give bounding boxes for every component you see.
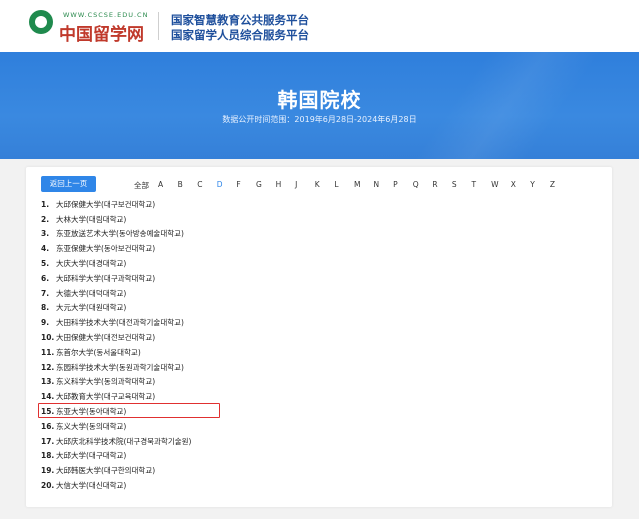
letter-filter-k[interactable]: K [315,180,335,190]
school-number: 14. [41,392,55,402]
school-name-link[interactable]: 大邱庆北科学技术院(대구경북과학기술원) [56,436,191,447]
school-number: 13. [41,377,55,387]
letter-filter-h[interactable]: H [276,180,296,190]
school-list: 1. 大邱保健大学(대구보건대학교) 2. 大林大学(대림대학교) 3. 东亚放送艺术大学… [41,197,601,493]
school-list-item[interactable]: 2. 大林大学(대림대학교) [41,212,601,227]
school-number: 6. [41,273,50,283]
school-name-link[interactable]: 大庆大学(대경대학교) [56,258,126,269]
letter-filter-x[interactable]: X [511,180,531,190]
letter-filter-p[interactable]: P [393,180,413,190]
school-name-link[interactable]: 东义大学(동의대학교) [56,421,126,432]
school-number: 18. [41,451,55,461]
school-number: 10. [41,333,55,343]
page-title: 韩国院校 [277,88,362,112]
school-name-link[interactable]: 大邱教育大学(대구교육대학교) [56,391,155,402]
school-name-link[interactable]: 东亚保健大学(동아보건대학교) [56,243,155,254]
site-header: WWW.CSCSE.EDU.CN 中国留学网 国家智慧教育公共服务平台 国家留学… [0,0,639,52]
school-list-item[interactable]: 19. 大邱韩医大学(대구한의대학교) [41,463,601,478]
school-name-link[interactable]: 大邱科学大学(대구과학대학교) [56,273,155,284]
school-list-item[interactable]: 11. 东首尔大学(동서울대학교) [41,345,601,360]
school-number: 3. [41,229,50,239]
letter-filter-z[interactable]: Z [550,180,570,190]
school-list-item[interactable]: 12. 东园科学技术大学(동원과학기술대학교) [41,360,601,375]
school-number: 1. [41,199,50,209]
school-list-item[interactable]: 15. 东亚大学(동아대학교) [41,404,601,419]
logo-icon[interactable] [29,10,53,34]
school-name-link[interactable]: 大邱韩医大学(대구한의대학교) [56,465,155,476]
letter-filter-t[interactable]: T [472,180,492,190]
letter-filter-c[interactable]: C [197,180,217,190]
school-number: 5. [41,259,50,269]
letter-filter-d[interactable]: D [217,180,237,190]
back-button[interactable]: 返回上一页 [41,176,96,192]
logo-cn-text[interactable]: 中国留学网 [59,20,144,45]
letter-filter-g[interactable]: G [256,180,276,190]
letter-filter-a[interactable]: A [158,180,178,190]
school-list-item[interactable]: 6. 大邱科学大学(대구과학대학교) [41,271,601,286]
school-list-item[interactable]: 1. 大邱保健大学(대구보건대학교) [41,197,601,212]
letter-filter-j[interactable]: J [295,180,315,190]
school-list-item[interactable]: 3. 东亚放送艺术大学(동아방송예술대학교) [41,227,601,242]
logo-url-text: WWW.CSCSE.EDU.CN [63,11,149,19]
data-date-range: 数据公开时间范围：2019年6月28日-2024年6月28日 [222,115,417,124]
school-list-item[interactable]: 16. 东义大学(동의대학교) [41,419,601,434]
school-name-link[interactable]: 大林大学(대림대학교) [56,214,126,225]
school-name-link[interactable]: 大田科学技术大学(대전과학기술대학교) [56,317,184,328]
school-number: 9. [41,318,50,328]
page-banner: 韩国院校 数据公开时间范围：2019年6月28日-2024年6月28日 [0,52,639,159]
school-name-link[interactable]: 东园科学技术大学(동원과학기술대학교) [56,362,184,373]
school-name-link[interactable]: 东首尔大学(동서울대학교) [56,347,141,358]
school-name-link[interactable]: 大邱大学(대구대학교) [56,450,126,461]
letter-filter-m[interactable]: M [354,180,374,190]
school-list-item[interactable]: 5. 大庆大学(대경대학교) [41,256,601,271]
school-name-link[interactable]: 大邱保健大学(대구보건대학교) [56,199,155,210]
school-number: 7. [41,288,50,298]
letter-filter-r[interactable]: R [432,180,452,190]
letter-filter-bar: 全部 ABCDFGHJKLMNPQRSTWXYZ [134,180,569,190]
letter-filter-q[interactable]: Q [413,180,433,190]
letter-filter-n[interactable]: N [374,180,394,190]
platform-title-2[interactable]: 国家留学人员综合服务平台 [171,27,309,43]
school-name-link[interactable]: 大田保健大学(대전보건대학교) [56,332,155,343]
school-number: 12. [41,362,55,372]
school-number: 20. [41,481,55,491]
school-name-link[interactable]: 东义科学大学(동의과학대학교) [56,376,155,387]
school-number: 15. [41,407,55,417]
school-name-link[interactable]: 大信大学(대신대학교) [56,480,126,491]
school-number: 4. [41,244,50,254]
school-list-item[interactable]: 13. 东义科学大学(동의과학대학교) [41,375,601,390]
school-number: 17. [41,436,55,446]
school-list-item[interactable]: 17. 大邱庆北科学技术院(대구경북과학기술원) [41,434,601,449]
school-number: 11. [41,347,55,357]
letter-filter-y[interactable]: Y [530,180,550,190]
letter-filter-s[interactable]: S [452,180,472,190]
school-list-item[interactable]: 4. 东亚保健大学(동아보건대학교) [41,241,601,256]
school-list-item[interactable]: 14. 大邱教育大学(대구교육대학교) [41,389,601,404]
school-list-card: 返回上一页 全部 ABCDFGHJKLMNPQRSTWXYZ 1. 大邱保健大学(… [26,167,612,507]
school-list-item[interactable]: 8. 大元大学(대원대학교) [41,301,601,316]
platform-title-1[interactable]: 国家智慧教育公共服务平台 [171,12,309,28]
school-name-link[interactable]: 大德大学(대덕대학교) [56,288,126,299]
school-number: 19. [41,466,55,476]
school-list-item[interactable]: 18. 大邱大学(대구대학교) [41,449,601,464]
school-name-link[interactable]: 大元大学(대원대학교) [56,302,126,313]
letter-filter-l[interactable]: L [334,180,354,190]
school-name-link[interactable]: 东亚放送艺术大学(동아방송예술대학교) [56,228,184,239]
letter-filter-b[interactable]: B [178,180,198,190]
letter-filter-all[interactable]: 全部 [134,180,158,190]
school-list-item[interactable]: 9. 大田科学技术大学(대전과학기술대학교) [41,315,601,330]
school-number: 8. [41,303,50,313]
school-number: 2. [41,214,50,224]
school-list-item[interactable]: 7. 大德大学(대덕대학교) [41,286,601,301]
letter-filter-f[interactable]: F [236,180,256,190]
letter-filter-w[interactable]: W [491,180,511,190]
school-list-item[interactable]: 20. 大信大学(대신대학교) [41,478,601,493]
school-name-link[interactable]: 东亚大学(동아대학교) [56,406,126,417]
header-divider [158,12,159,40]
school-number: 16. [41,421,55,431]
school-list-item[interactable]: 10. 大田保健大学(대전보건대학교) [41,330,601,345]
